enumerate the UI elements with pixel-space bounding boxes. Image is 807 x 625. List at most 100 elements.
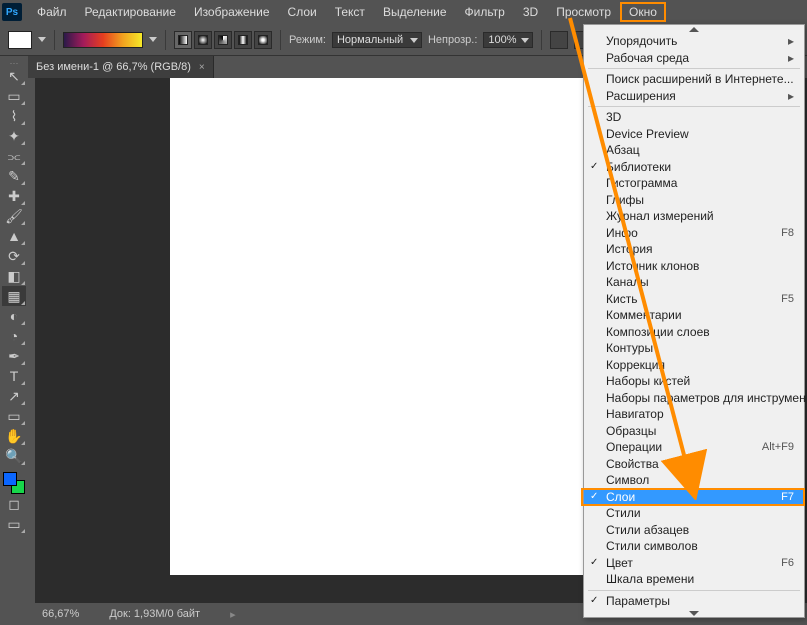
eyedropper-tool[interactable]: ✎ (2, 166, 26, 186)
menu-item-наборы-кистей[interactable]: Наборы кистей (584, 373, 804, 390)
menu-item-3d[interactable]: 3D (584, 109, 804, 126)
menu-item-label: Стили символов (606, 539, 698, 553)
menu-3d[interactable]: 3D (514, 2, 547, 22)
chevron-right-icon[interactable]: ▸ (230, 608, 236, 621)
menu-файл[interactable]: Файл (28, 2, 76, 22)
menu-item-шкала-времени[interactable]: Шкала времени (584, 571, 804, 588)
chevron-down-icon[interactable] (38, 37, 46, 42)
stamp-tool[interactable]: ▲ (2, 226, 26, 246)
pen-tool[interactable]: ✒ (2, 346, 26, 366)
zoom-level[interactable]: 66,67% (42, 608, 79, 620)
menu-item-label: Инфо (606, 226, 638, 240)
menu-просмотр[interactable]: Просмотр (547, 2, 620, 22)
menu-item-глифы[interactable]: Глифы (584, 192, 804, 209)
screen-mode-button[interactable]: ▭ (2, 514, 26, 534)
magic-wand-tool[interactable]: ✦ (2, 126, 26, 146)
gradient-angle-button[interactable] (214, 31, 232, 49)
menu-item-композиции-слоев[interactable]: Композиции слоев (584, 324, 804, 341)
menu-item-label: Шкала времени (606, 572, 694, 586)
foreground-color[interactable] (3, 472, 17, 486)
dodge-tool[interactable]: ◔ (2, 326, 26, 346)
marquee-tool[interactable]: ▭ (2, 86, 26, 106)
opacity-input[interactable]: 100% (483, 32, 533, 48)
menu-item-поиск-расширений-в-интернете-[interactable]: Поиск расширений в Интернете... (584, 71, 804, 88)
scroll-down-icon[interactable] (584, 609, 804, 617)
panel-grip[interactable]: ⋯ (10, 58, 19, 66)
shortcut-label: F6 (781, 557, 794, 569)
zoom-tool[interactable]: 🔍 (2, 446, 26, 466)
gradient-linear-button[interactable] (174, 31, 192, 49)
menu-item-свойства[interactable]: Свойства (584, 456, 804, 473)
reverse-button[interactable] (550, 31, 568, 49)
document-canvas[interactable] (170, 78, 585, 575)
menu-item-label: Коррекция (606, 358, 665, 372)
eraser-tool[interactable]: ◧ (2, 266, 26, 286)
hand-tool[interactable]: ✋ (2, 426, 26, 446)
path-select-tool[interactable]: ↗ (2, 386, 26, 406)
menu-item-стили-абзацев[interactable]: Стили абзацев (584, 522, 804, 539)
menu-изображение[interactable]: Изображение (185, 2, 279, 22)
gradient-reflected-button[interactable] (234, 31, 252, 49)
menu-item-device-preview[interactable]: Device Preview (584, 126, 804, 143)
menu-item-инфо[interactable]: ИнфоF8 (584, 225, 804, 242)
healing-tool[interactable]: ✚ (2, 186, 26, 206)
menu-окно[interactable]: Окно (620, 2, 666, 22)
brush-tool[interactable]: 🖌 (2, 206, 26, 226)
gradient-picker[interactable] (63, 32, 143, 48)
menu-item-операции[interactable]: ОперацииAlt+F9 (584, 439, 804, 456)
document-tab[interactable]: Без имени-1 @ 66,7% (RGB/8) × (28, 56, 214, 78)
menu-item-библиотеки[interactable]: ✓Библиотеки (584, 159, 804, 176)
menu-выделение[interactable]: Выделение (374, 2, 456, 22)
menu-item-журнал-измерений[interactable]: Журнал измерений (584, 208, 804, 225)
menu-item-label: Рабочая среда (606, 51, 689, 65)
close-tab-button[interactable]: × (199, 62, 205, 73)
chevron-down-icon[interactable] (149, 37, 157, 42)
menu-item-каналы[interactable]: Каналы (584, 274, 804, 291)
menu-item-параметры[interactable]: ✓Параметры (584, 593, 804, 610)
menu-item-наборы-параметров-для-инструментов[interactable]: Наборы параметров для инструментов (584, 390, 804, 407)
menu-item-комментарии[interactable]: Комментарии (584, 307, 804, 324)
menu-item-история[interactable]: История (584, 241, 804, 258)
color-swatches[interactable] (3, 472, 25, 494)
menu-item-цвет[interactable]: ✓ЦветF6 (584, 555, 804, 572)
menu-редактирование[interactable]: Редактирование (76, 2, 185, 22)
menu-item-рабочая-среда[interactable]: Рабочая среда▸ (584, 50, 804, 67)
menu-item-навигатор[interactable]: Навигатор (584, 406, 804, 423)
blur-tool[interactable]: ◐ (2, 306, 26, 326)
menu-item-label: Композиции слоев (606, 325, 710, 339)
menu-item-упорядочить[interactable]: Упорядочить▸ (584, 33, 804, 50)
scroll-up-icon[interactable] (584, 25, 804, 33)
menu-item-label: Каналы (606, 275, 649, 289)
move-tool[interactable]: ↖ (2, 66, 26, 86)
gradient-tool[interactable]: ▦ (2, 286, 26, 306)
menu-item-символ[interactable]: Символ (584, 472, 804, 489)
quick-mask-button[interactable]: ◻ (2, 494, 26, 514)
menu-item-кисть[interactable]: КистьF5 (584, 291, 804, 308)
menu-item-гистограмма[interactable]: Гистограмма (584, 175, 804, 192)
menu-item-коррекция[interactable]: Коррекция (584, 357, 804, 374)
document-info[interactable]: Док: 1,93M/0 байт (109, 608, 200, 620)
menu-item-абзац[interactable]: Абзац (584, 142, 804, 159)
gradient-diamond-button[interactable] (254, 31, 272, 49)
history-brush-tool[interactable]: ⟳ (2, 246, 26, 266)
menu-текст[interactable]: Текст (326, 2, 374, 22)
mode-select[interactable]: Нормальный (332, 32, 422, 48)
menu-item-образцы[interactable]: Образцы (584, 423, 804, 440)
tool-preset-picker[interactable] (8, 31, 32, 49)
separator (165, 30, 166, 50)
menu-item-слои[interactable]: ✓СлоиF7 (584, 489, 804, 506)
menu-слои[interactable]: Слои (279, 2, 326, 22)
lasso-tool[interactable]: ⌇ (2, 106, 26, 126)
menu-фильтр[interactable]: Фильтр (456, 2, 514, 22)
type-tool[interactable]: T (2, 366, 26, 386)
menu-item-стили-символов[interactable]: Стили символов (584, 538, 804, 555)
menu-item-расширения[interactable]: Расширения▸ (584, 88, 804, 105)
menu-item-источник-клонов[interactable]: Источник клонов (584, 258, 804, 275)
menu-item-label: Контуры (606, 341, 653, 355)
crop-tool[interactable]: ⫗ (2, 146, 26, 166)
menu-item-контуры[interactable]: Контуры (584, 340, 804, 357)
menu-item-стили[interactable]: Стили (584, 505, 804, 522)
gradient-radial-button[interactable] (194, 31, 212, 49)
menu-item-label: Образцы (606, 424, 656, 438)
shape-tool[interactable]: ▭ (2, 406, 26, 426)
